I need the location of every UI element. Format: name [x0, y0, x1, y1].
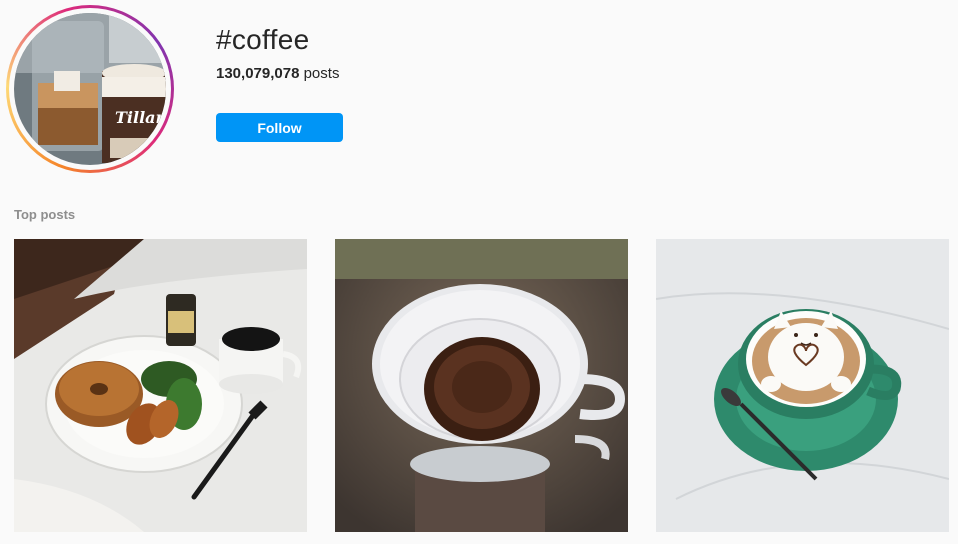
avatar-border: Tillam — [9, 8, 171, 170]
post-count-suffix: posts — [299, 65, 340, 82]
hashtag-title: #coffee — [216, 24, 310, 55]
top-posts-heading: Top posts — [14, 207, 76, 222]
post-count-number: 130,079,078 — [216, 65, 300, 82]
post-count: 130,079,078 posts — [216, 65, 339, 82]
top-post-1[interactable] — [14, 239, 307, 532]
top-post-3[interactable] — [656, 239, 949, 532]
top-post-2[interactable] — [335, 239, 628, 532]
hashtag-avatar-ring: Tillam — [6, 5, 174, 173]
follow-button[interactable]: Follow — [216, 113, 343, 142]
avatar-cup-text: Tillam — [115, 108, 166, 127]
hashtag-avatar: Tillam — [14, 13, 166, 165]
